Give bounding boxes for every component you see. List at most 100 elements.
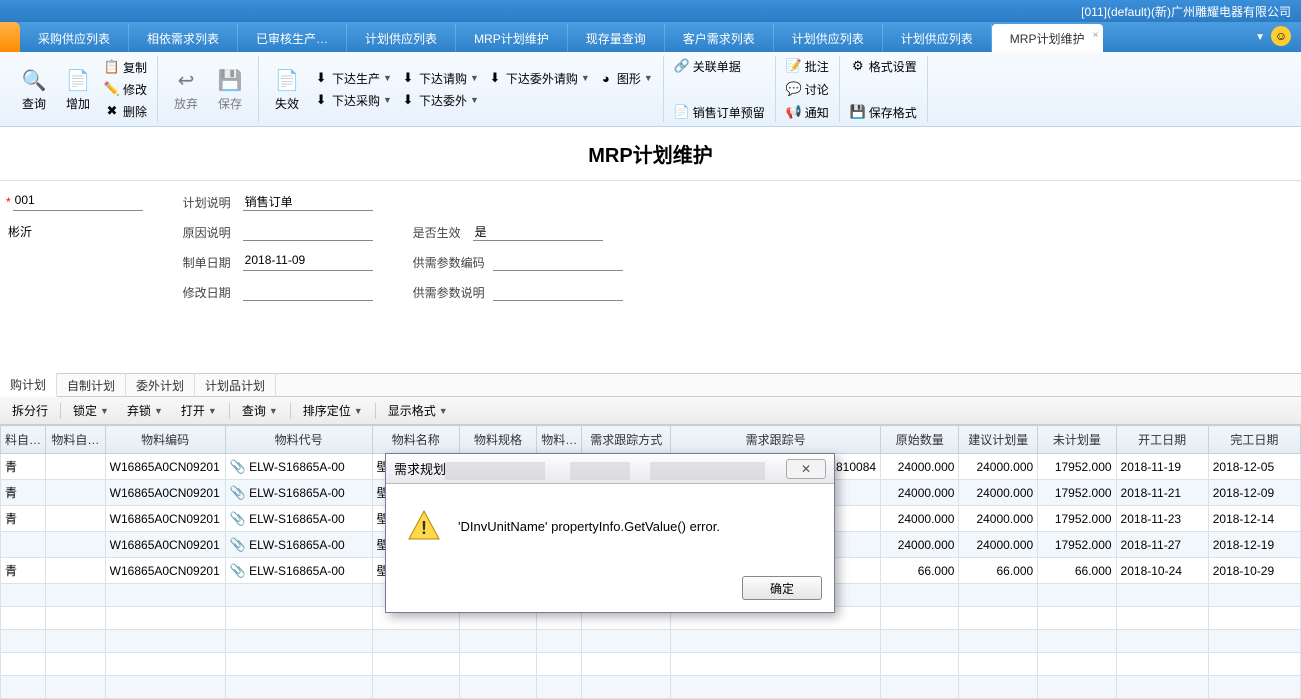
save-format-button[interactable]: 💾保存格式 (846, 102, 921, 122)
plan-desc-field[interactable]: 销售订单 (243, 193, 373, 211)
table-row[interactable] (1, 653, 1301, 676)
page-title: MRP计划维护 (0, 127, 1301, 181)
lock-button[interactable]: 锁定▼ (67, 400, 115, 421)
col-orig-qty[interactable]: 原始数量 (881, 426, 959, 454)
table-row[interactable] (1, 676, 1301, 699)
col-unplanned-qty[interactable]: 未计划量 (1038, 426, 1116, 454)
modify-button[interactable]: ✏️修改 (100, 79, 151, 99)
param-desc-field[interactable] (493, 283, 623, 301)
col-material-name[interactable]: 物料名称 (372, 426, 459, 454)
col-material-etc[interactable]: 物料… (537, 426, 582, 454)
tab-purchase-supply[interactable]: 采购供应列表 (20, 24, 129, 52)
tab-plan-supply-2[interactable]: 计划供应列表 (774, 24, 883, 52)
col-end-date[interactable]: 完工日期 (1208, 426, 1300, 454)
col-material-id[interactable]: 物料代号 (225, 426, 372, 454)
unlock-button[interactable]: 弃锁▼ (121, 400, 169, 421)
link-bill-button[interactable]: 🔗关联单据 (670, 56, 769, 76)
reason-label: 原因说明 (183, 224, 243, 241)
col-material-from1[interactable]: 料自… (1, 426, 46, 454)
param-desc-label: 供需参数说明 (413, 284, 493, 301)
split-row-button[interactable]: 拆分行 (6, 400, 54, 421)
subtab-purchase-plan[interactable]: 购计划 (0, 373, 57, 397)
close-icon[interactable]: × (1093, 30, 1099, 41)
magnifier-icon: 🔍 (20, 67, 48, 95)
open-button[interactable]: 打开▼ (175, 400, 223, 421)
chevron-down-icon: ▼ (154, 406, 163, 416)
redacted-region (650, 462, 765, 480)
tab-overflow-icon[interactable]: ▼ (1255, 32, 1265, 43)
tab-plan-supply-1[interactable]: 计划供应列表 (347, 24, 456, 52)
modify-date-field[interactable] (243, 283, 373, 301)
graph-button[interactable]: ◕图形▼ (594, 68, 657, 88)
paperclip-icon: 📎 (230, 511, 246, 526)
view-format-button[interactable]: 显示格式▼ (382, 400, 454, 421)
subtab-planned-item[interactable]: 计划品计划 (195, 373, 276, 397)
add-button[interactable]: 📄增加 (56, 59, 100, 119)
sub-tab-strip: 购计划 自制计划 委外计划 计划品计划 (0, 373, 1301, 397)
issue-outsource-po-button[interactable]: ⬇下达委外请购▼ (483, 68, 594, 88)
dialog-ok-button[interactable]: 确定 (742, 576, 822, 600)
issue-po-button[interactable]: ⬇下达请购▼ (396, 68, 483, 88)
col-suggest-qty[interactable]: 建议计划量 (959, 426, 1038, 454)
col-track-mode[interactable]: 需求跟踪方式 (582, 426, 671, 454)
user-face-icon[interactable]: ☺ (1271, 26, 1291, 46)
chevron-down-icon: ▼ (439, 406, 448, 416)
chevron-down-icon: ▼ (470, 95, 479, 105)
col-material-from2[interactable]: 物料自… (46, 426, 106, 454)
tab-customer-demand[interactable]: 客户需求列表 (665, 24, 774, 52)
create-date-label: 制单日期 (183, 254, 243, 271)
tab-dependent-demand[interactable]: 相依需求列表 (129, 24, 238, 52)
tab-stock-query[interactable]: 现存量查询 (568, 24, 665, 52)
notify-button[interactable]: 📢通知 (782, 102, 833, 122)
col-track-no[interactable]: 需求跟踪号 (671, 426, 881, 454)
copy-icon: 📋 (104, 59, 120, 75)
param-code-label: 供需参数编码 (413, 254, 493, 271)
subtab-self-plan[interactable]: 自制计划 (57, 373, 126, 397)
param-code-field[interactable] (493, 253, 623, 271)
invalid-button[interactable]: 📄失效 (265, 59, 309, 119)
approve-button[interactable]: 📝批注 (782, 56, 833, 76)
release-button[interactable]: ↩放弃 (164, 59, 208, 119)
tab-approved-production[interactable]: 已审核生产… (238, 24, 347, 52)
paperclip-icon: 📎 (230, 563, 246, 578)
chevron-down-icon: ▼ (383, 95, 392, 105)
tab-mrp-maintain-active[interactable]: MRP计划维护× (992, 24, 1104, 52)
tab-plan-supply-3[interactable]: 计划供应列表 (883, 24, 992, 52)
dialog-title-text: 需求规划 (394, 459, 446, 478)
table-row[interactable] (1, 630, 1301, 653)
code-field[interactable]: 001 (13, 193, 143, 211)
save-button[interactable]: 💾保存 (208, 59, 252, 119)
note-icon: 📝 (786, 58, 802, 74)
effective-field[interactable]: 是 (473, 223, 603, 241)
issue-outsource-button[interactable]: ⬇下达委外▼ (396, 90, 483, 110)
format-settings-button[interactable]: ⚙格式设置 (846, 56, 921, 76)
chevron-down-icon: ▼ (269, 406, 278, 416)
redacted-region (570, 462, 630, 480)
subtab-outsource-plan[interactable]: 委外计划 (126, 373, 195, 397)
dialog-message: 'DInvUnitName' propertyInfo.GetValue() e… (458, 519, 720, 534)
delete-button[interactable]: ✖删除 (100, 101, 151, 121)
query-button[interactable]: 🔍查询 (12, 59, 56, 119)
sort-locate-button[interactable]: 排序定位▼ (297, 400, 369, 421)
create-date-field[interactable]: 2018-11-09 (243, 253, 373, 271)
tab-mrp-maintain-1[interactable]: MRP计划维护 (456, 24, 568, 52)
chevron-down-icon: ▼ (100, 406, 109, 416)
discuss-button[interactable]: 💬讨论 (782, 79, 833, 99)
reason-field[interactable] (243, 223, 373, 241)
down-arrow-icon: ⬇ (487, 70, 503, 86)
issue-purchase-button[interactable]: ⬇下达采购▼ (309, 90, 396, 110)
home-tab-button[interactable] (0, 22, 20, 52)
issue-production-button[interactable]: ⬇下达生产▼ (309, 68, 396, 88)
copy-button[interactable]: 📋复制 (100, 57, 151, 77)
dialog-close-button[interactable]: ✕ (786, 459, 826, 479)
col-material-spec[interactable]: 物料规格 (459, 426, 536, 454)
ribbon-toolbar: 🔍查询 📄增加 📋复制 ✏️修改 ✖删除 ↩放弃 💾保存 📄失效 ⬇下达生产▼ … (0, 52, 1301, 127)
chevron-down-icon: ▼ (581, 73, 590, 83)
grid-query-button[interactable]: 查询▼ (236, 400, 284, 421)
col-material-code[interactable]: 物料编码 (105, 426, 225, 454)
x-icon: ✖ (104, 103, 120, 119)
col-start-date[interactable]: 开工日期 (1116, 426, 1208, 454)
redacted-region (445, 462, 545, 480)
so-preview-button[interactable]: 📄销售订单预留 (670, 102, 769, 122)
gear-icon: ⚙ (850, 58, 866, 74)
